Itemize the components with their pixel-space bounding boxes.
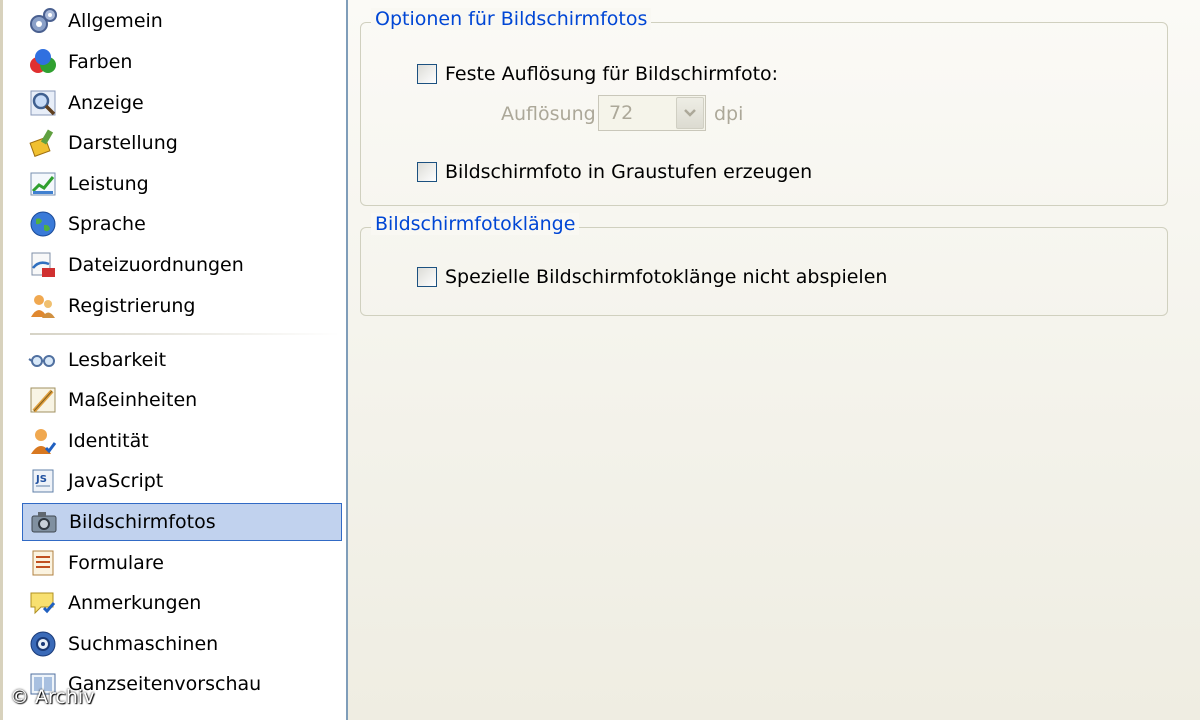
camera-icon (27, 505, 61, 539)
paint-brush-icon (26, 126, 60, 160)
identity-user-icon (26, 424, 60, 458)
fixed-resolution-checkbox[interactable] (417, 64, 437, 84)
sidebar-item-label: Bildschirmfotos (69, 511, 216, 533)
sidebar-item-label: Anmerkungen (68, 592, 202, 614)
eyeglasses-icon (26, 343, 60, 377)
screenshot-options-group: Optionen für Bildschirmfotos Feste Auflö… (360, 8, 1168, 206)
sidebar-item-label: Dateizuordnungen (68, 254, 244, 276)
grayscale-option[interactable]: Bildschirmfoto in Graustufen erzeugen (417, 161, 812, 183)
sidebar-item-allgemein[interactable]: Allgemein (22, 2, 342, 40)
annotation-icon (26, 586, 60, 620)
javascript-icon: JS (26, 464, 60, 498)
screenshot-sounds-group: Bildschirmfotoklänge Spezielle Bildschir… (360, 213, 1168, 316)
group-title: Bildschirmfotoklänge (371, 213, 580, 235)
sidebar-item-dateizuordnungen[interactable]: Dateizuordnungen (22, 246, 342, 284)
resolution-select[interactable]: 72 (598, 95, 706, 131)
gears-icon (26, 4, 60, 38)
sidebar-item-registrierung[interactable]: Registrierung (22, 287, 342, 325)
sidebar-item-farben[interactable]: Farben (22, 43, 342, 81)
sidebar-item-label: Farben (68, 51, 133, 73)
fixed-resolution-label: Feste Auflösung für Bildschirmfoto: (445, 63, 779, 85)
sidebar-item-label: Maßeinheiten (68, 389, 198, 411)
copyright-watermark: © Archiv (10, 686, 95, 708)
sidebar-separator (30, 333, 340, 335)
globe-icon (26, 207, 60, 241)
sidebar-item-darstellung[interactable]: Darstellung (22, 124, 342, 162)
svg-text:JS: JS (35, 474, 47, 485)
grayscale-label: Bildschirmfoto in Graustufen erzeugen (445, 161, 813, 183)
group-title: Optionen für Bildschirmfotos (371, 8, 652, 30)
magnifier-icon (26, 86, 60, 120)
sidebar-item-label: Anzeige (68, 92, 144, 114)
sidebar-item-label: Suchmaschinen (68, 633, 219, 655)
performance-chart-icon (26, 167, 60, 201)
sidebar-item-sprache[interactable]: Sprache (22, 205, 342, 243)
sidebar-item-bildschirmfotos[interactable]: Bildschirmfotos (22, 503, 342, 541)
sidebar-item-label: Leistung (68, 173, 149, 195)
chevron-down-icon (684, 109, 696, 117)
sidebar-item-suchmaschinen[interactable]: Suchmaschinen (22, 625, 342, 663)
sidebar-item-anzeige[interactable]: Anzeige (22, 84, 342, 122)
ruler-icon (26, 383, 60, 417)
sidebar-item-label: Allgemein (68, 10, 163, 32)
fixed-resolution-option[interactable]: Feste Auflösung für Bildschirmfoto: (417, 63, 778, 85)
no-sounds-label: Spezielle Bildschirmfotoklänge nicht abs… (445, 266, 888, 288)
resolution-label: Auflösung (501, 103, 596, 125)
sidebar-item-formulare[interactable]: Formulare (22, 544, 342, 582)
sidebar-item-leistung[interactable]: Leistung (22, 165, 342, 203)
sidebar-item-label: Formulare (68, 552, 164, 574)
no-sounds-checkbox[interactable] (417, 267, 437, 287)
sidebar-item-identitaet[interactable]: Identität (22, 422, 342, 460)
category-sidebar[interactable]: Allgemein Farben Anzeige Darstellung Lei… (0, 0, 348, 720)
color-balls-icon (26, 45, 60, 79)
sidebar-item-anmerkungen[interactable]: Anmerkungen (22, 584, 342, 622)
users-icon (26, 289, 60, 323)
sidebar-item-label: Sprache (68, 213, 146, 235)
dropdown-button[interactable] (676, 97, 704, 129)
resolution-value: 72 (609, 102, 634, 124)
search-engine-icon (26, 627, 60, 661)
sidebar-item-label: Darstellung (68, 132, 178, 154)
sidebar-item-lesbarkeit[interactable]: Lesbarkeit (22, 341, 342, 379)
file-association-icon (26, 248, 60, 282)
sidebar-item-label: JavaScript (68, 470, 164, 492)
form-icon (26, 546, 60, 580)
grayscale-checkbox[interactable] (417, 162, 437, 182)
no-sounds-option[interactable]: Spezielle Bildschirmfotoklänge nicht abs… (417, 266, 887, 288)
sidebar-item-label: Registrierung (68, 295, 196, 317)
resolution-unit: dpi (714, 103, 744, 125)
sidebar-item-label: Lesbarkeit (68, 349, 167, 371)
sidebar-item-masseinheiten[interactable]: Maßeinheiten (22, 381, 342, 419)
sidebar-item-label: Identität (68, 430, 149, 452)
settings-panel: Optionen für Bildschirmfotos Feste Auflö… (348, 0, 1200, 720)
sidebar-item-javascript[interactable]: JS JavaScript (22, 462, 342, 500)
sidebar-item-label: Ganzseitenvorschau (68, 673, 262, 695)
